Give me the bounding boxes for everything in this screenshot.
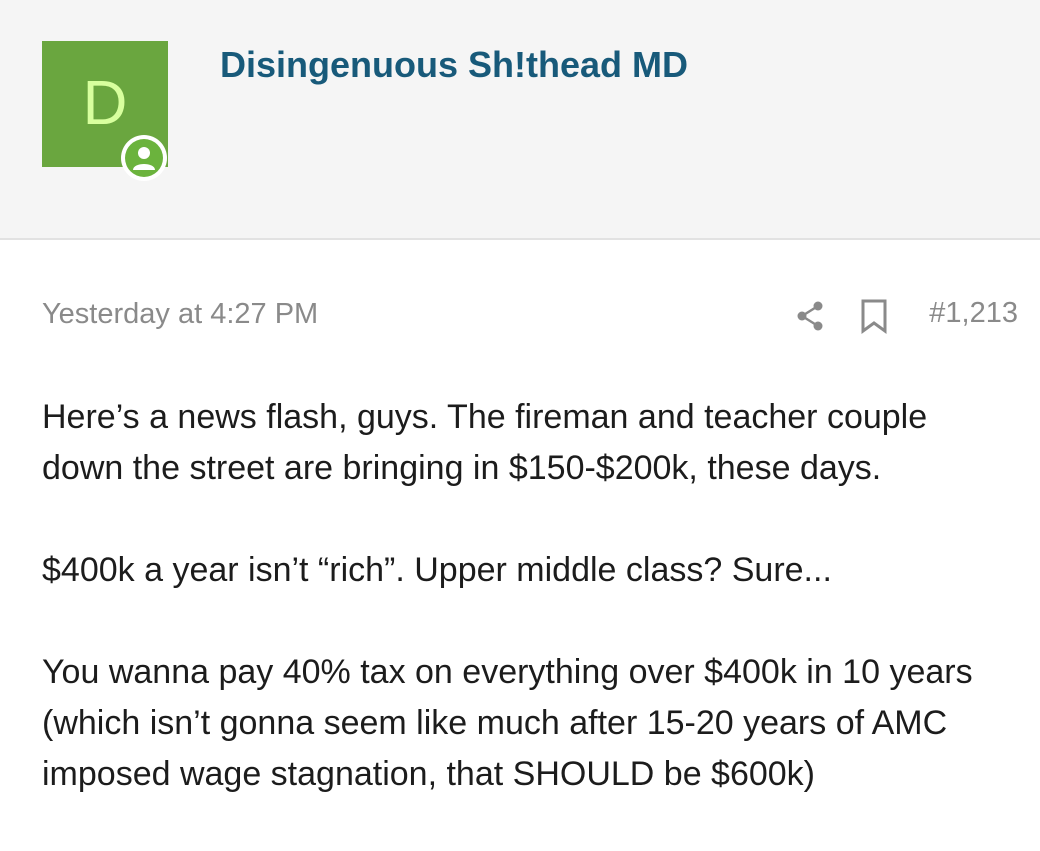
user-status-badge: [121, 135, 167, 181]
post-paragraph: $400k a year isn’t “rich”. Upper middle …: [42, 551, 832, 589]
avatar-letter: D: [82, 69, 128, 138]
post-meta-row: Yesterday at 4:27 PM #1,213: [42, 296, 1018, 336]
post-header: D Disingenuous Sh!thead MD: [0, 0, 1040, 240]
bookmark-icon[interactable]: [858, 298, 890, 334]
post-paragraph: Here’s a news flash, guys. The fireman a…: [42, 398, 928, 487]
post-number-link[interactable]: #1,213: [929, 297, 1018, 330]
post-timestamp[interactable]: Yesterday at 4:27 PM: [42, 298, 318, 331]
post-body: Here’s a news flash, guys. The fireman a…: [42, 392, 1004, 851]
share-icon[interactable]: [794, 298, 826, 334]
user-circle-icon: [133, 147, 155, 170]
author-name-link[interactable]: Disingenuous Sh!thead MD: [220, 44, 688, 86]
post-paragraph: You wanna pay 40% tax on everything over…: [42, 653, 973, 793]
